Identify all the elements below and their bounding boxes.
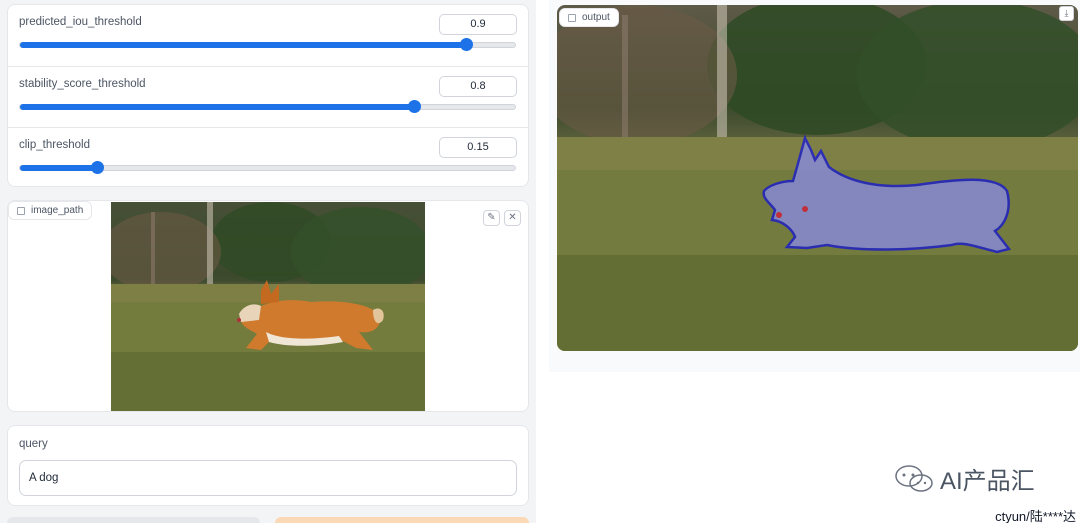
- slider-label: predicted_iou_threshold: [19, 16, 142, 28]
- query-panel: query A dog: [7, 425, 529, 506]
- slider-thumb[interactable]: [90, 161, 104, 174]
- input-image: [111, 202, 425, 411]
- query-label: query: [19, 438, 48, 450]
- close-icon[interactable]: ✕: [504, 210, 521, 226]
- clip-threshold-row: clip_threshold 0.15: [8, 127, 528, 188]
- predicted-iou-threshold-row: predicted_iou_threshold 0.9: [8, 5, 528, 66]
- watermark: AI产品汇: [894, 461, 1035, 496]
- output-panel: output ⤓: [549, 0, 1080, 372]
- watermark-text: AI产品汇: [940, 468, 1035, 495]
- slider-group: predicted_iou_threshold 0.9 stability_sc…: [7, 4, 529, 187]
- image-icon: [568, 13, 576, 22]
- output-image: [557, 5, 1078, 351]
- stability-score-threshold-slider[interactable]: [19, 100, 516, 113]
- submit-button[interactable]: [275, 517, 529, 523]
- clip-threshold-slider[interactable]: [19, 161, 516, 174]
- clip-threshold-input[interactable]: 0.15: [439, 137, 517, 158]
- image-input-panel[interactable]: image_path ✎ ✕: [7, 200, 529, 412]
- output-label: output: [582, 12, 610, 23]
- pencil-icon[interactable]: ✎: [483, 210, 500, 226]
- wechat-icon: [895, 464, 933, 492]
- right-column: output ⤓ AI产品汇 ctyun/陆****达: [548, 0, 1080, 523]
- query-input[interactable]: A dog: [19, 460, 517, 496]
- dog-photo-graphic: [111, 202, 425, 411]
- stability-score-threshold-row: stability_score_threshold 0.8: [8, 66, 528, 127]
- credit-text: ctyun/陆****达: [995, 509, 1076, 523]
- slider-thumb[interactable]: [459, 38, 473, 51]
- slider-label: stability_score_threshold: [19, 78, 146, 90]
- download-icon[interactable]: ⤓: [1059, 6, 1074, 21]
- stability-score-threshold-input[interactable]: 0.8: [439, 76, 517, 97]
- image-path-tag: image_path: [8, 201, 93, 220]
- slider-thumb[interactable]: [407, 100, 421, 113]
- left-column: predicted_iou_threshold 0.9 stability_sc…: [0, 0, 536, 523]
- slider-fill: [20, 104, 414, 110]
- output-tag: output: [559, 8, 619, 27]
- predicted-iou-threshold-input[interactable]: 0.9: [439, 14, 517, 35]
- predicted-iou-threshold-slider[interactable]: [19, 38, 516, 51]
- slider-fill: [20, 42, 466, 48]
- slider-fill: [20, 165, 97, 171]
- clear-button[interactable]: [7, 517, 260, 523]
- segmented-photo-graphic: [557, 5, 1078, 351]
- slider-label: clip_threshold: [19, 139, 90, 151]
- image-icon: [17, 206, 25, 215]
- image-path-label: image_path: [31, 205, 84, 216]
